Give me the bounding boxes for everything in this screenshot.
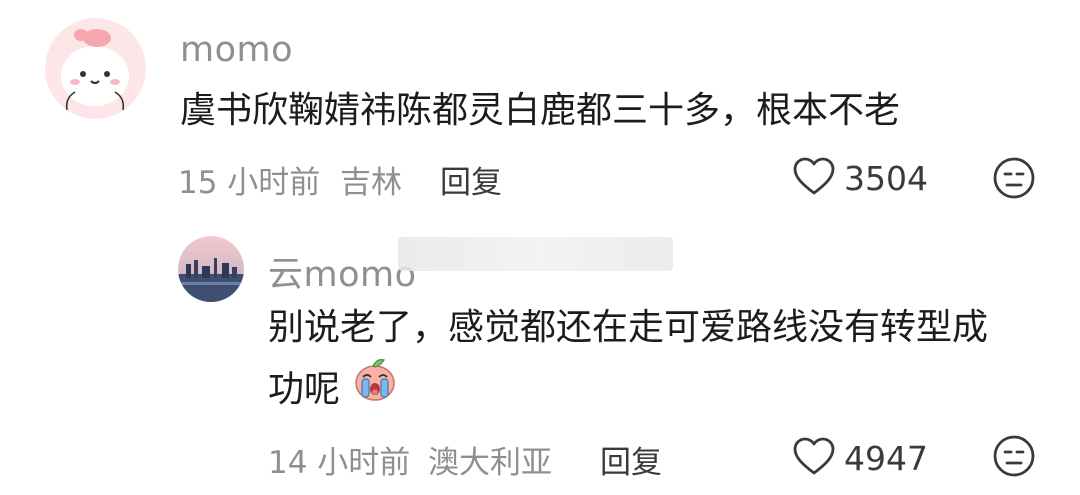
username[interactable]: 云momo: [268, 246, 417, 297]
reply-button[interactable]: 回复: [600, 437, 662, 482]
dislike-button[interactable]: [992, 434, 1036, 482]
redacted-text: [398, 237, 673, 271]
comment-text-line-2: 功呢: [268, 355, 397, 427]
unamused-face-icon: [992, 435, 1036, 482]
like-count: 4947: [844, 438, 928, 478]
like-button[interactable]: 4947: [792, 436, 928, 480]
comments-page: momo 虞书欣鞠婧祎陈都灵白鹿都三十多，根本不老 15 小时前 吉林 回复 3…: [0, 0, 1080, 495]
crying-peach-emoji: [353, 355, 397, 427]
heart-outline-icon: [792, 436, 836, 480]
comment-text-line-2-text: 功呢: [268, 369, 341, 410]
comment-time: 14 小时前: [268, 445, 411, 481]
reply-item: 云momo 别说老了，感觉都还在走可爱路线没有转型成 功呢 14 小时前 澳大利…: [0, 0, 1080, 495]
avatar[interactable]: [178, 236, 244, 302]
comment-location: 澳大利亚: [428, 445, 552, 481]
comment-text-line-1: 别说老了，感觉都还在走可爱路线没有转型成: [268, 307, 989, 348]
